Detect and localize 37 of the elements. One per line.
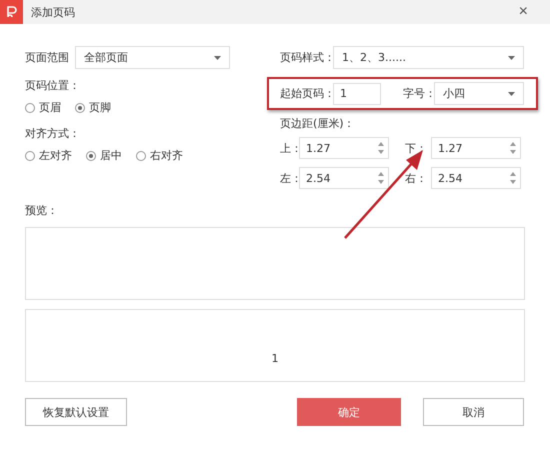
close-button[interactable]: ×	[518, 3, 528, 21]
spin-arrows-icon[interactable]	[510, 171, 516, 185]
radio-option[interactable]: 居中	[86, 148, 122, 163]
margin-spinner[interactable]: 1.27	[431, 137, 521, 159]
margin-spinner[interactable]: 1.27	[299, 137, 389, 159]
spin-arrows-icon[interactable]	[378, 141, 384, 155]
page-range-select[interactable]: 全部页面	[75, 46, 230, 69]
number-style-select[interactable]: 1、2、3......	[333, 46, 524, 69]
font-size-select[interactable]: 小四	[434, 82, 524, 105]
margin-label: 左：	[280, 170, 299, 186]
radio-option[interactable]: 页脚	[75, 100, 111, 115]
radio-option[interactable]: 右对齐	[136, 148, 183, 163]
section-label: 预览：	[25, 203, 58, 218]
page-number: 1	[272, 352, 278, 365]
dropdown-caret-icon	[508, 92, 515, 96]
spin-arrows-icon[interactable]	[510, 141, 516, 155]
margin-label: 上：	[280, 140, 299, 156]
section-label: 对齐方式：	[25, 126, 80, 141]
margin-spinner[interactable]: 2.54	[299, 167, 389, 189]
field-label: 起始页码：	[280, 86, 333, 101]
start-number-field[interactable]: 1	[333, 82, 381, 104]
radio-option[interactable]: 页眉	[25, 100, 61, 115]
section-label: 页边距(厘米)：	[280, 116, 355, 131]
confirm-button[interactable]: 确定	[297, 398, 401, 426]
dropdown-caret-icon	[214, 56, 221, 60]
margin-spinner[interactable]: 2.54	[431, 167, 521, 189]
margin-label: 右：	[405, 170, 428, 186]
section-label: 页码位置：	[25, 78, 80, 93]
reset-button[interactable]: 恢复默认设置	[25, 398, 127, 426]
spin-arrows-icon[interactable]	[378, 171, 384, 185]
window-title: 添加页码	[31, 4, 76, 20]
dropdown-caret-icon	[508, 56, 515, 60]
field-label: 字号：	[403, 86, 434, 101]
field-label: 页码样式：	[280, 50, 333, 65]
field-label: 页面范围	[25, 50, 70, 65]
cancel-button[interactable]: 取消	[423, 398, 524, 426]
radio-option[interactable]: 左对齐	[25, 148, 72, 163]
